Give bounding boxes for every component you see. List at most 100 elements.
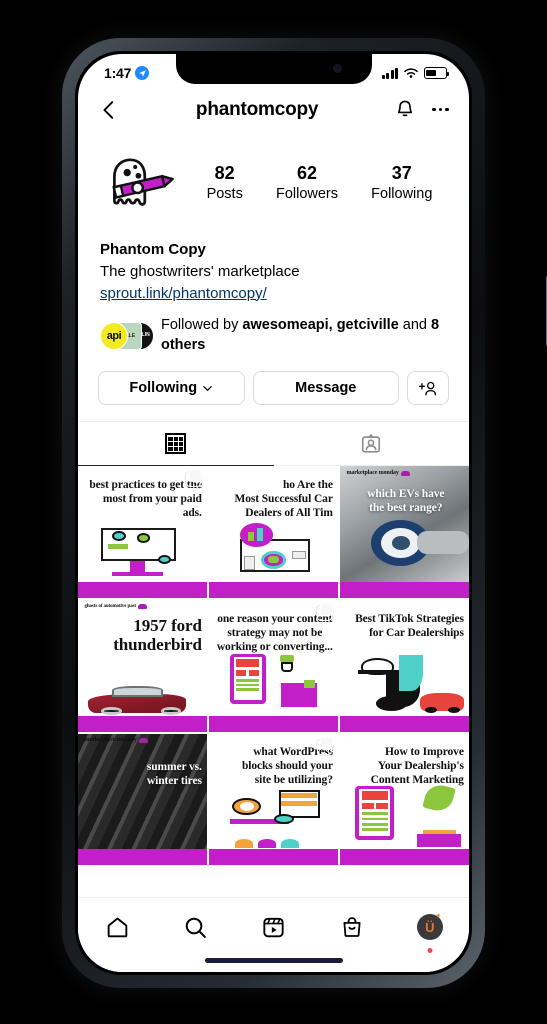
cellular-signal-icon <box>381 67 398 79</box>
post-brand-band <box>340 849 469 866</box>
post-title: ho Are the Most Successful Car Dealers of … <box>234 479 333 520</box>
following-button[interactable]: Following <box>98 371 245 406</box>
car-wheel <box>160 707 182 715</box>
home-icon <box>107 917 127 937</box>
post-photo <box>78 733 207 850</box>
stat-followers-label: Followers <box>275 185 339 202</box>
followed-by-names: awesomeapi, getciville <box>242 317 399 334</box>
followed-by-prefix: Followed by <box>161 317 243 334</box>
bell-icon[interactable] <box>394 98 416 121</box>
post-brand-band <box>340 582 469 598</box>
nav-item-reels[interactable] <box>250 910 296 944</box>
followed-by-row[interactable]: api VILLE GOBLIN Followed by awesomeapi,… <box>78 304 469 355</box>
post-illustration <box>78 668 207 715</box>
tagged-person-icon <box>362 434 381 453</box>
status-bar-right <box>381 67 450 79</box>
post-title: summer vs. winter tires <box>146 760 202 787</box>
post-title: what WordPress blocks should your site be … <box>241 746 333 787</box>
reels-icon <box>263 917 284 937</box>
stat-posts-label: Posts <box>206 185 243 202</box>
profile-tabs <box>78 421 469 467</box>
carousel-icon <box>186 469 202 488</box>
display-name: Phantom Copy <box>100 241 206 258</box>
phone-screen: 1:47 phantomcopy 82 Posts 62 Followers 3… <box>78 54 469 972</box>
post-badge: marketplace monday <box>346 470 409 476</box>
phone-frame: 1:47 phantomcopy 82 Posts 62 Followers 3… <box>62 38 547 988</box>
post-tile[interactable]: Best TikTok Strategies for Car Dealership… <box>340 599 469 732</box>
stat-posts[interactable]: 82 Posts <box>207 162 243 203</box>
following-button-label: Following <box>129 380 198 397</box>
post-illustration <box>209 516 338 582</box>
bio-text: The ghostwriters' marketplace <box>100 262 300 280</box>
battery-icon <box>424 67 450 79</box>
nav-item-profile[interactable]: Ü <box>407 910 453 953</box>
page-title: phantomcopy <box>195 98 319 120</box>
profile-stats: 82 Posts 62 Followers 37 Following <box>182 162 449 203</box>
message-button[interactable]: Message <box>252 371 399 406</box>
phone-bezel: 1:47 phantomcopy 82 Posts 62 Followers 3… <box>75 51 472 975</box>
post-illustration <box>340 650 469 716</box>
chevron-down-icon <box>203 385 212 391</box>
post-brand-band <box>78 849 207 866</box>
nav-item-shop[interactable] <box>329 910 375 944</box>
stat-followers[interactable]: 62 Followers <box>276 162 338 203</box>
nav-item-search[interactable] <box>172 910 218 944</box>
followed-by-avatars: api VILLE GOBLIN <box>100 321 154 350</box>
post-badge: marketplace monday <box>84 737 147 743</box>
profile-avatar: Ü <box>416 914 443 940</box>
post-brand-band <box>78 715 207 732</box>
phone-notch <box>175 54 372 84</box>
app-scroll-area[interactable]: phantomcopy 82 Posts 62 Followers 37 Fol… <box>78 86 469 972</box>
home-indicator[interactable] <box>204 958 343 963</box>
stat-following-count: 37 <box>391 163 412 184</box>
tab-tagged[interactable] <box>273 422 469 467</box>
mutual-avatar-1: api <box>100 321 128 350</box>
post-brand-band <box>209 715 338 732</box>
post-tile[interactable]: best practices to get the most from your … <box>78 466 207 598</box>
post-title: 1957 ford thunderbird <box>113 616 202 654</box>
notification-dot <box>427 948 433 953</box>
status-time: 1:47 <box>104 65 132 81</box>
post-tile[interactable]: ghosts of automotive past 1957 ford thund… <box>78 599 207 732</box>
tab-grid[interactable] <box>78 422 274 467</box>
car-wheel <box>101 707 122 715</box>
profile-bio: Phantom Copy The ghostwriters' marketpla… <box>78 225 469 304</box>
profile-summary: 82 Posts 62 Followers 37 Following <box>78 135 469 225</box>
post-brand-band <box>209 582 338 598</box>
status-bar-left: 1:47 <box>104 65 150 81</box>
back-chevron-icon[interactable] <box>98 99 120 121</box>
post-illustration <box>209 784 338 850</box>
post-title: How to Improve Your Dealership's Content M… <box>370 746 464 787</box>
stat-following[interactable]: 37 Following <box>371 162 432 203</box>
more-options-icon[interactable] <box>432 107 449 112</box>
post-tile[interactable]: marketplace monday which EVs have the bes… <box>340 466 469 598</box>
post-illustration <box>78 516 207 582</box>
header-actions <box>394 98 449 121</box>
post-tile[interactable]: what WordPress blocks should your site be … <box>209 733 338 866</box>
nav-item-home[interactable] <box>94 910 140 944</box>
post-tile[interactable]: one reason your content strategy may not … <box>209 599 338 732</box>
post-illustration <box>340 781 469 850</box>
post-grid: best practices to get the most from your … <box>78 466 469 866</box>
post-badge: ghosts of automotive past <box>84 604 147 609</box>
post-tile[interactable]: marketplace monday summer vs. winter tire… <box>78 733 207 866</box>
search-icon <box>185 917 206 938</box>
add-person-icon[interactable] <box>407 371 449 406</box>
post-tile[interactable]: ho Are the Most Successful Car Dealers of … <box>209 466 338 598</box>
post-title: one reason your content strategy may not … <box>216 612 333 653</box>
wifi-icon <box>404 68 418 78</box>
post-illustration <box>209 650 338 716</box>
stat-following-label: Following <box>371 185 433 202</box>
post-brand-band <box>78 582 207 598</box>
grid-icon <box>165 433 187 455</box>
stat-posts-count: 82 <box>214 163 235 184</box>
ghost-pencil-avatar[interactable] <box>98 141 182 225</box>
bio-link[interactable]: sprout.link/phantomcopy/ <box>100 283 447 305</box>
post-title: best practices to get the most from your … <box>89 479 202 520</box>
followed-by-text: Followed by awesomeapi, getciville and 8… <box>161 316 447 355</box>
post-tile[interactable]: How to Improve Your Dealership's Content M… <box>340 733 469 866</box>
post-title: Best TikTok Strategies for Car Dealership… <box>355 612 464 639</box>
stat-followers-count: 62 <box>296 163 317 184</box>
location-arrow-icon <box>135 66 150 80</box>
profile-avatar-label: Ü <box>425 919 435 935</box>
